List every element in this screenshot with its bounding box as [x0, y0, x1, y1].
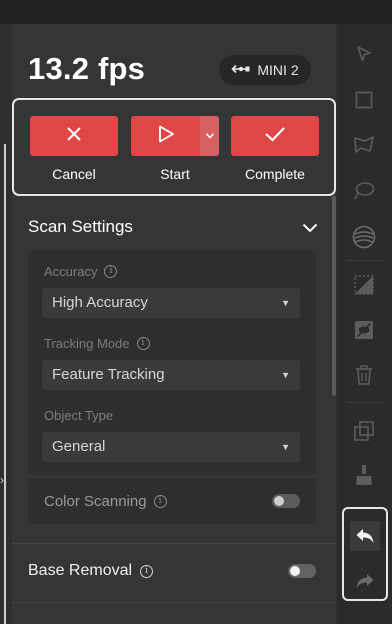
play-icon [157, 125, 175, 148]
viewport-edge: › [0, 24, 12, 624]
caret-down-icon: ▼ [281, 298, 290, 308]
invert-selection-icon[interactable] [351, 272, 377, 298]
brush-select-icon[interactable] [351, 178, 377, 204]
color-scanning-label: Color Scanning i [44, 493, 167, 510]
accuracy-select[interactable]: High Accuracy ▼ [42, 288, 300, 318]
check-icon [264, 125, 286, 148]
divider [12, 543, 336, 544]
cancel-button[interactable] [30, 116, 118, 156]
complete-button[interactable] [231, 116, 319, 156]
tool-strip [336, 24, 392, 624]
caret-down-icon: ▼ [281, 370, 290, 380]
undo-redo-group [342, 507, 388, 601]
cancel-label: Cancel [52, 166, 96, 182]
delete-icon[interactable] [351, 362, 377, 388]
object-type-label-text: Object Type [44, 408, 114, 423]
object-type-label: Object Type [44, 408, 113, 423]
undo-icon[interactable] [350, 521, 380, 551]
chevron-down-icon[interactable] [302, 220, 318, 238]
scan-panel: 13.2 fps MINI 2 Cancel Start Complete Sc… [12, 24, 336, 624]
complete-label: Complete [245, 166, 305, 182]
viewport-handle-icon[interactable]: › [0, 472, 8, 488]
tracking-mode-select[interactable]: Feature Tracking ▼ [42, 360, 300, 390]
toggle-knob [290, 566, 300, 576]
info-icon[interactable]: i [140, 564, 154, 578]
info-icon[interactable]: i [136, 337, 150, 350]
tracking-mode-label-text: Tracking Mode [44, 336, 130, 351]
tool-separator [347, 260, 383, 261]
scan-actions: Cancel Start Complete [12, 98, 336, 196]
redo-icon[interactable] [350, 566, 380, 596]
chevron-down-icon [205, 127, 215, 145]
rectangle-select-icon[interactable] [351, 87, 377, 113]
start-options-button[interactable] [200, 116, 219, 156]
info-icon[interactable]: i [153, 495, 167, 508]
base-removal-toggle[interactable] [288, 564, 316, 578]
info-icon[interactable]: i [104, 265, 118, 278]
caret-down-icon: ▼ [281, 442, 290, 452]
scan-settings-title[interactable]: Scan Settings [28, 217, 133, 237]
accuracy-label-text: Accuracy [44, 264, 98, 279]
top-bar [0, 0, 392, 24]
hide-icon[interactable] [351, 317, 377, 343]
start-button[interactable] [131, 116, 200, 156]
base-removal-label: Base Removal i [28, 562, 154, 580]
mesh-sphere-icon[interactable] [351, 224, 377, 250]
color-scanning-row: Color Scanning i [28, 478, 316, 524]
object-type-value: General [52, 438, 106, 455]
device-label: MINI 2 [257, 62, 299, 78]
cleanup-brush-icon[interactable] [351, 462, 377, 488]
scan-settings-card: Accuracy i High Accuracy ▼ Tracking Mode… [28, 250, 316, 475]
toggle-knob [274, 496, 284, 506]
lasso-icon[interactable] [351, 132, 377, 158]
pointer-icon[interactable] [351, 41, 377, 67]
tool-separator [347, 402, 383, 403]
fps-readout: 13.2 fps [28, 51, 146, 86]
viewport-border [4, 144, 6, 624]
base-removal-label-text: Base Removal [28, 562, 133, 579]
divider [12, 602, 336, 603]
start-label: Start [160, 166, 190, 182]
usb-icon [231, 62, 251, 78]
accuracy-value: High Accuracy [52, 294, 148, 311]
color-scanning-label-text: Color Scanning [44, 493, 147, 510]
tracking-mode-value: Feature Tracking [52, 366, 165, 383]
device-button[interactable]: MINI 2 [219, 55, 311, 85]
object-type-select[interactable]: General ▼ [42, 432, 300, 462]
color-scanning-toggle[interactable] [272, 494, 300, 508]
accuracy-label: Accuracy i [44, 264, 118, 279]
copy-icon[interactable] [351, 418, 377, 444]
close-icon [66, 126, 82, 147]
tracking-mode-label: Tracking Mode i [44, 336, 150, 351]
